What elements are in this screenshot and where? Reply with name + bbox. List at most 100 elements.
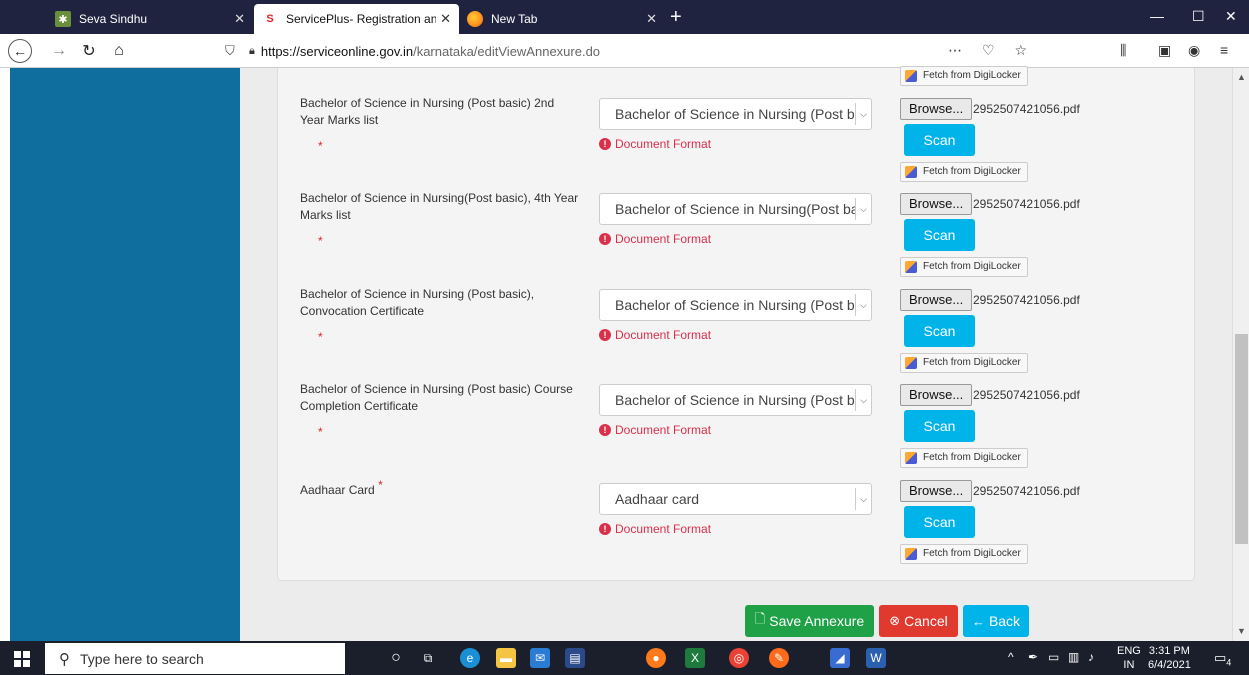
fetch-digilocker-button[interactable]: Fetch from DigiLocker [900,544,1028,564]
page-actions[interactable]: ⋯ ♡ ☆ [948,42,1035,59]
chevron-down-icon: ⌵ [855,198,871,220]
fetch-digilocker-button[interactable]: Fetch from DigiLocker [900,448,1028,468]
excel-icon[interactable]: X [685,648,705,668]
scan-button[interactable]: Scan [904,124,975,156]
save-label: Save Annexure [769,613,865,629]
required-marker: * [318,234,323,248]
pen-icon[interactable]: ✒ [1028,650,1038,664]
digilocker-icon [905,70,917,82]
sidebar-toggle-icon[interactable]: ▣ [1158,42,1171,59]
clock-time: 3:31 PM [1148,645,1190,657]
required-marker: * [378,478,383,492]
chrome-icon[interactable]: ◎ [729,648,749,668]
fetch-digilocker-button[interactable]: Fetch from DigiLocker [900,162,1028,182]
address-bar[interactable]: ⛉ 🔒︎ https://serviceonline.gov.in /karna… [225,38,1035,64]
mail-icon[interactable]: ✉ [530,648,550,668]
close-icon[interactable]: ✕ [440,11,451,27]
browse-button[interactable]: Browse... [900,289,973,311]
close-icon[interactable]: ✕ [646,11,657,27]
firefox-icon[interactable]: ● [646,648,666,668]
fetch-digilocker-button[interactable]: Fetch from DigiLocker [900,66,1028,86]
selected-value: Bachelor of Science in Nursing (Post bas… [615,297,871,313]
digilocker-label: Fetch from DigiLocker [923,452,1021,463]
browse-button[interactable]: Browse... [900,480,973,502]
document-type-select[interactable]: Aadhaar card ⌵ [599,483,872,515]
tab-new-tab[interactable]: New Tab ✕ [459,4,665,34]
required-marker: * [318,330,323,344]
close-icon[interactable]: ✕ [234,11,245,27]
app-icon[interactable]: ◢ [830,648,850,668]
account-icon[interactable]: ◉ [1188,42,1200,59]
document-format-link[interactable]: ! Document Format [599,423,711,437]
minimize-icon[interactable]: — [1150,8,1164,24]
notification-center-icon[interactable]: ▭4 [1214,650,1231,668]
notification-count: 4 [1226,657,1232,668]
taskbar-search-input[interactable]: ⚲ Type here to search [45,643,345,674]
forward-arrow-icon[interactable]: → [48,40,70,62]
window-close-icon[interactable]: ✕ [1225,8,1237,25]
scan-button[interactable]: Scan [904,410,975,442]
word-icon[interactable]: W [866,648,886,668]
url-host: https://serviceonline.gov.in [260,43,414,59]
clock-date: 6/4/2021 [1148,659,1191,671]
back-arrow-icon[interactable]: ← [8,39,32,63]
tab-serviceplus[interactable]: S ServicePlus- Registration and V ✕ [254,4,459,34]
scroll-down-icon[interactable]: ▼ [1237,626,1246,636]
system-clock[interactable]: 3:31 PM 6/4/2021 [1148,644,1191,672]
info-icon: ! [599,329,611,341]
fetch-digilocker-button[interactable]: Fetch from DigiLocker [900,353,1028,373]
back-label: Back [988,613,1021,629]
digilocker-label: Fetch from DigiLocker [923,548,1021,559]
tab-seva-sindhu[interactable]: ✱ Seva Sindhu ✕ [47,4,253,34]
document-format-link[interactable]: ! Document Format [599,522,711,536]
back-button[interactable]: ← Back [963,605,1029,637]
browse-button[interactable]: Browse... [900,384,973,406]
document-format-label: Document Format [615,423,712,437]
new-tab-plus-icon[interactable]: + [670,6,682,29]
maximize-icon[interactable]: ☐ [1192,8,1205,25]
document-type-select[interactable]: Bachelor of Science in Nursing (Post bas… [599,384,872,416]
seva-sindhu-icon: ✱ [55,11,71,27]
document-type-select[interactable]: Bachelor of Science in Nursing(Post basi… [599,193,872,225]
scan-button[interactable]: Scan [904,315,975,347]
fetch-digilocker-button[interactable]: Fetch from DigiLocker [900,257,1028,277]
document-format-link[interactable]: ! Document Format [599,137,711,151]
file-name: 2952507421056.pdf [973,197,1080,211]
store-icon[interactable]: ▤ [565,648,585,668]
lock-icon[interactable]: 🔒︎ [249,45,255,58]
document-row: Bachelor of Science in Nursing (Post bas… [300,381,1180,476]
network-icon[interactable]: ▥ [1068,650,1079,664]
tray-chevron-icon[interactable]: ^ [1008,650,1014,664]
menu-icon[interactable]: ≡ [1220,42,1228,58]
cortana-icon[interactable]: ○ [386,648,406,668]
battery-icon[interactable]: ▭ [1048,650,1059,664]
document-type-select[interactable]: Bachelor of Science in Nursing (Post bas… [599,98,872,130]
language-indicator[interactable]: ENG IN [1117,644,1141,672]
save-annexure-button[interactable]: 🗋︎ Save Annexure [745,605,874,637]
document-format-link[interactable]: ! Document Format [599,232,711,246]
document-format-link[interactable]: ! Document Format [599,328,711,342]
scroll-up-icon[interactable]: ▲ [1237,72,1246,82]
reload-icon[interactable]: ↻ [78,40,100,62]
shield-icon[interactable]: ⛉ [225,43,239,59]
browse-button[interactable]: Browse... [900,98,973,120]
volume-icon[interactable]: ♪ [1088,650,1094,664]
edge-icon[interactable]: e [460,648,480,668]
browse-button[interactable]: Browse... [900,193,973,215]
cancel-button[interactable]: ⊗ Cancel [879,605,958,637]
task-view-icon[interactable]: ⧉ [418,648,438,668]
document-label: Bachelor of Science in Nursing (Post bas… [300,287,535,318]
page-scrollbar[interactable]: ▲ ▼ [1232,68,1249,641]
scroll-thumb[interactable] [1235,334,1248,544]
digilocker-icon [905,548,917,560]
scan-button[interactable]: Scan [904,506,975,538]
file-explorer-icon[interactable]: ▬ [496,648,516,668]
scan-button[interactable]: Scan [904,219,975,251]
info-icon: ! [599,424,611,436]
home-icon[interactable]: ⌂ [108,40,130,62]
library-icon[interactable]: ⫼ [1120,42,1126,59]
document-type-select[interactable]: Bachelor of Science in Nursing (Post bas… [599,289,872,321]
paint-icon[interactable]: ✎ [769,648,789,668]
selected-value: Bachelor of Science in Nursing (Post bas… [615,106,871,122]
windows-start-icon[interactable] [14,651,30,667]
